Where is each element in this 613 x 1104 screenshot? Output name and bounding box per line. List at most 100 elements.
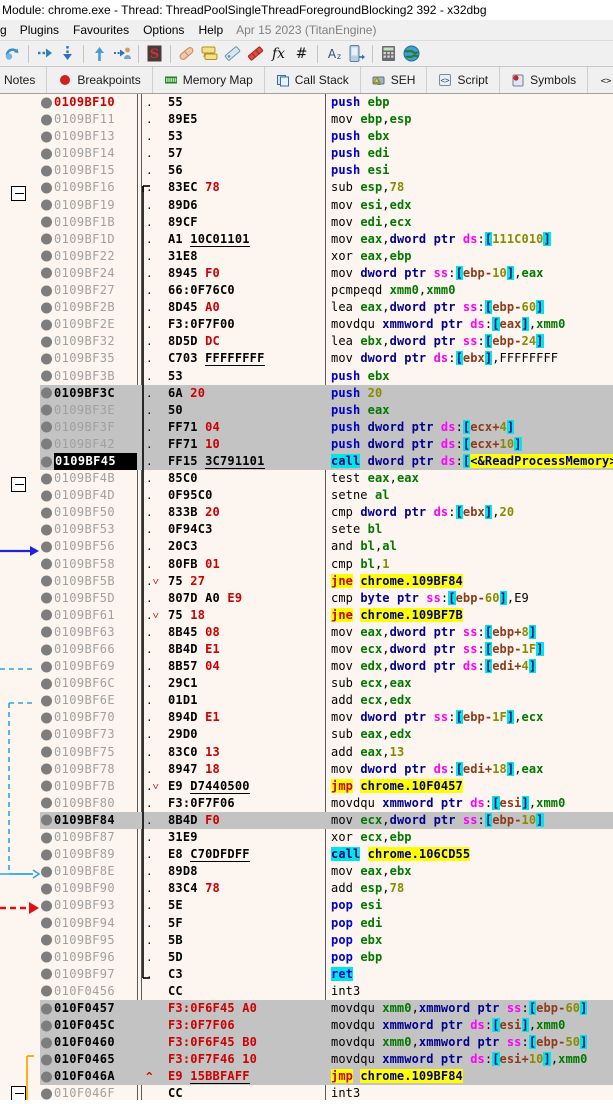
breakpoint-toggle-dot[interactable] xyxy=(41,592,52,604)
table-row[interactable]: 0109BF4D. 0F95C0 setne al xyxy=(0,487,613,504)
table-row[interactable]: 0109BF58. 80FB 01 cmp bl,1 xyxy=(0,556,613,573)
row-gutter[interactable] xyxy=(0,949,40,966)
row-gutter[interactable] xyxy=(0,111,40,128)
row-gutter[interactable] xyxy=(0,897,40,914)
disassembly-panel[interactable]: 0109BF10. 55 push ebp 0109BF11. 89E5 mov ebp,… xyxy=(0,94,613,1100)
tab-script[interactable]: <> Script xyxy=(427,67,501,93)
comment-icon[interactable] xyxy=(198,42,221,65)
patch-icon[interactable] xyxy=(175,42,198,65)
row-gutter[interactable] xyxy=(0,162,40,179)
table-row[interactable]: 0109BF89. E8 C70DFDFF call chrome.106CD55 xyxy=(0,846,613,863)
table-row[interactable]: 0109BF22. 31E8 xor eax,ebp xyxy=(0,248,613,265)
breakpoint-toggle-dot[interactable] xyxy=(41,797,52,809)
row-gutter[interactable] xyxy=(0,145,40,162)
text-case-icon[interactable]: Az xyxy=(322,42,345,65)
handles-icon[interactable] xyxy=(345,42,368,65)
row-gutter[interactable] xyxy=(0,231,40,248)
row-gutter[interactable] xyxy=(0,1017,40,1034)
table-row[interactable]: 0109BF19. 89D6 mov esi,edx xyxy=(0,197,613,214)
row-gutter[interactable] xyxy=(0,932,40,949)
table-row[interactable]: 0109BF94. 5F pop edi xyxy=(0,915,613,932)
table-row[interactable]: 0109BF61 .˅ 75 18 jne chrome.109BF7B xyxy=(0,607,613,624)
table-row[interactable]: 0109BF35. C703 FFFFFFFF mov dword ptr ds:[… xyxy=(0,350,613,367)
function-icon[interactable]: fx xyxy=(267,42,290,65)
menu-item-options[interactable]: Options xyxy=(136,23,191,37)
table-row[interactable]: 0109BF3C. 6A 20 push 20 xyxy=(0,384,613,402)
breakpoint-toggle-dot[interactable] xyxy=(41,199,52,211)
table-row[interactable]: 0109BF78. 8947 18 mov dword ptr ds:[edi+18… xyxy=(0,761,613,778)
table-row[interactable]: 0109BF32. 8D5D DC lea ebx,dword ptr ss:[eb… xyxy=(0,333,613,350)
breakpoint-toggle-dot[interactable] xyxy=(41,490,52,502)
breakpoint-toggle-dot[interactable] xyxy=(41,421,52,433)
breakpoint-toggle-dot[interactable] xyxy=(41,370,52,382)
row-gutter[interactable] xyxy=(0,538,40,555)
table-row[interactable]: 010F0457 F3:0F6F45 A0 movdqu xmm0,xmmword … xyxy=(0,999,613,1018)
row-gutter[interactable] xyxy=(0,419,40,436)
breakpoint-toggle-dot[interactable] xyxy=(41,849,52,861)
table-row[interactable]: 0109BF1B. 89CF mov edi,ecx xyxy=(0,214,613,231)
breakpoint-toggle-dot[interactable] xyxy=(41,507,52,519)
row-gutter[interactable] xyxy=(0,265,40,282)
table-row[interactable]: 0109BF87. 31E9 xor ecx,ebp xyxy=(0,829,613,846)
breakpoint-toggle-dot[interactable] xyxy=(41,968,52,980)
table-row[interactable]: 010F045C F3:0F7F06 movdqu xmmword ptr ds:[… xyxy=(0,1017,613,1035)
breakpoint-toggle-dot[interactable] xyxy=(41,832,52,844)
row-gutter[interactable] xyxy=(0,692,40,709)
table-row[interactable]: 0109BF8E. 89D8 mov eax,ebx xyxy=(0,863,613,880)
breakpoint-toggle-dot[interactable] xyxy=(41,763,52,775)
breakpoint-toggle-dot[interactable] xyxy=(41,336,52,348)
table-row[interactable]: 0109BF10. 55 push ebp xyxy=(0,94,613,111)
step-over-icon[interactable] xyxy=(56,42,79,65)
row-gutter[interactable] xyxy=(0,128,40,145)
breakpoint-toggle-dot[interactable] xyxy=(41,934,52,946)
table-row[interactable]: 0109BF70. 894D E1 mov dword ptr ss:[ebp-1F… xyxy=(0,709,613,726)
row-gutter[interactable] xyxy=(0,214,40,231)
row-gutter[interactable] xyxy=(0,590,40,607)
breakpoint-toggle-dot[interactable] xyxy=(41,182,52,194)
breakpoint-toggle-dot[interactable] xyxy=(41,661,52,673)
breakpoint-toggle-dot[interactable] xyxy=(41,1054,52,1066)
row-gutter[interactable] xyxy=(0,402,40,419)
row-gutter[interactable] xyxy=(0,624,40,641)
scylla-icon[interactable]: S xyxy=(143,42,166,65)
breakpoint-toggle-dot[interactable] xyxy=(41,866,52,878)
tab-seh[interactable]: ! SEH xyxy=(361,67,428,93)
table-row[interactable]: 0109BF45. FF15 3C791101 call dword ptr ds:… xyxy=(0,452,613,471)
row-gutter[interactable] xyxy=(0,504,40,521)
breakpoint-toggle-dot[interactable] xyxy=(41,165,52,177)
table-row[interactable]: 0109BF15. 56 push esi xyxy=(0,162,613,179)
row-gutter[interactable] xyxy=(0,1068,40,1085)
label-icon[interactable] xyxy=(221,42,244,65)
collapse-toggle-block1[interactable] xyxy=(11,186,26,201)
tab-symbols[interactable]: Symbols xyxy=(500,67,589,93)
run-to-user-code-icon[interactable] xyxy=(111,42,134,65)
table-row[interactable]: 0109BF53. 0F94C3 sete bl xyxy=(0,521,613,538)
hash-icon[interactable]: # xyxy=(290,42,313,65)
breakpoint-toggle-dot[interactable] xyxy=(41,541,52,553)
table-row[interactable]: 0109BF27. 66:0F76C0 pcmpeqd xmm0,xmm0 xyxy=(0,282,613,299)
row-gutter[interactable] xyxy=(0,94,40,111)
row-gutter[interactable] xyxy=(0,573,40,590)
row-gutter[interactable] xyxy=(0,436,40,453)
row-gutter[interactable] xyxy=(0,983,40,1000)
row-gutter[interactable] xyxy=(0,880,40,897)
row-gutter[interactable] xyxy=(0,1051,40,1068)
calculator-icon[interactable] xyxy=(377,42,400,65)
table-row[interactable]: 0109BF50. 833B 20 cmp dword ptr ds:[ebx],2… xyxy=(0,504,613,521)
row-gutter[interactable] xyxy=(0,675,40,692)
breakpoint-toggle-dot[interactable] xyxy=(41,353,52,365)
row-gutter[interactable] xyxy=(0,915,40,932)
table-row[interactable]: 0109BF96. 5D pop ebp xyxy=(0,949,613,966)
breakpoint-toggle-dot[interactable] xyxy=(41,267,52,279)
breakpoint-toggle-dot[interactable] xyxy=(41,1088,52,1100)
row-gutter[interactable] xyxy=(0,556,40,573)
breakpoint-toggle-dot[interactable] xyxy=(41,148,52,160)
row-gutter[interactable] xyxy=(0,658,40,675)
row-gutter[interactable] xyxy=(0,316,40,333)
table-row[interactable]: 0109BF1D. A1 10C01101 mov eax,dword ptr ds… xyxy=(0,231,613,248)
table-row[interactable]: 0109BF6E. 01D1 add ecx,edx xyxy=(0,692,613,709)
breakpoint-toggle-dot[interactable] xyxy=(41,250,52,262)
table-row[interactable]: 0109BF66. 8B4D E1 mov ecx,dword ptr ss:[eb… xyxy=(0,641,613,658)
breakpoint-toggle-dot[interactable] xyxy=(41,387,52,399)
restart-icon[interactable] xyxy=(1,42,24,65)
